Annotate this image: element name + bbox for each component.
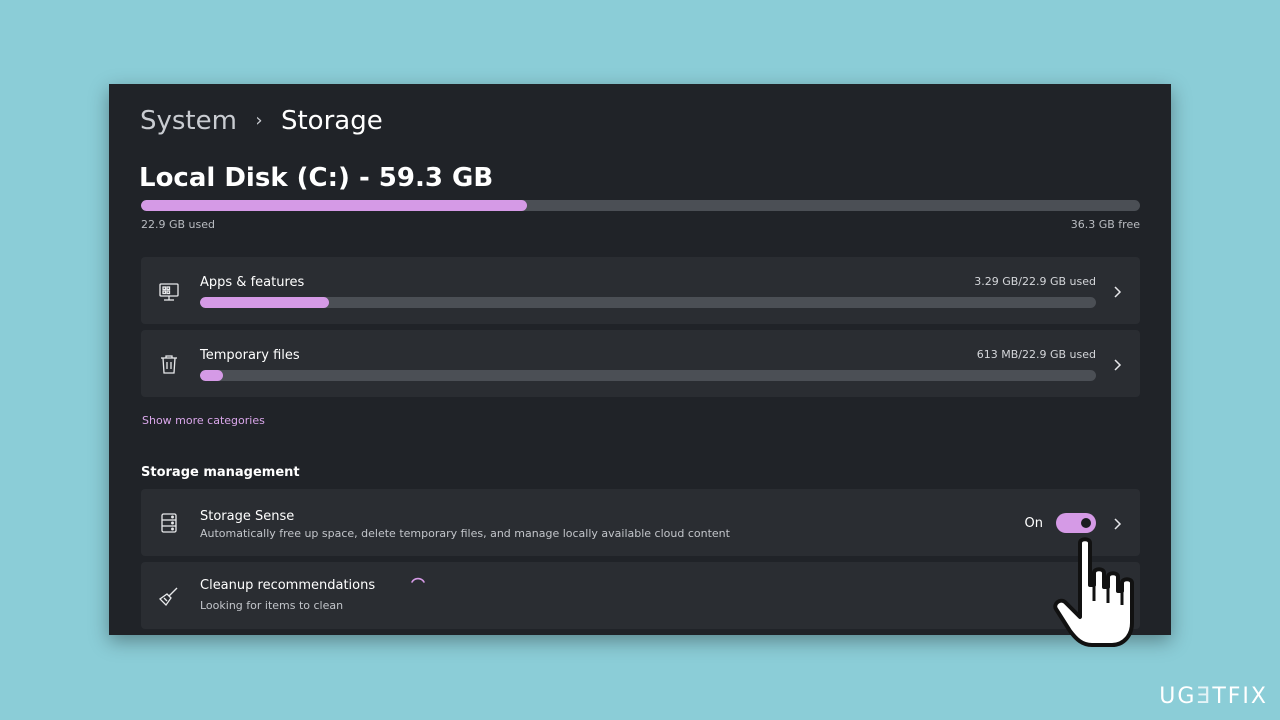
watermark-logo: UGƎTFIX <box>1159 684 1268 710</box>
settings-window: System › Storage Local Disk (C:) - 59.3 … <box>109 84 1171 635</box>
disk-used-label: 22.9 GB used <box>141 218 216 231</box>
cleanup-description: Looking for items to clean <box>200 599 344 612</box>
storage-management-heading: Storage management <box>141 465 300 480</box>
category-apps-features[interactable]: Apps & features 3.29 GB/22.9 GB used <box>141 257 1140 324</box>
chevron-right-icon <box>1112 357 1122 371</box>
watermark-suffix: TFIX <box>1212 684 1268 709</box>
chevron-right-icon <box>1112 284 1122 298</box>
category-usage: 613 MB/22.9 GB used <box>976 348 1096 361</box>
disk-usage-fill <box>141 200 527 211</box>
breadcrumb: System › Storage <box>140 105 383 137</box>
loading-spinner-icon <box>409 576 427 594</box>
apps-features-icon <box>158 281 180 303</box>
storage-sense-title: Storage Sense <box>200 509 295 524</box>
trash-icon <box>158 353 180 375</box>
category-usage-fill <box>200 370 224 381</box>
disk-free-label: 36.3 GB free <box>1070 218 1140 231</box>
watermark-accent: Ǝ <box>1196 684 1213 709</box>
storage-sense-description: Automatically free up space, delete temp… <box>200 527 730 540</box>
cleanup-title: Cleanup recommendations <box>200 578 376 593</box>
toggle-knob <box>1081 518 1091 528</box>
disk-usage-bar <box>141 200 1140 211</box>
hand-cursor-icon <box>1052 535 1144 653</box>
category-usage-bar <box>200 370 1096 381</box>
category-usage: 3.29 GB/22.9 GB used <box>974 275 1096 288</box>
broom-icon <box>158 585 180 607</box>
watermark-prefix: UG <box>1159 684 1197 709</box>
category-temporary-files[interactable]: Temporary files 613 MB/22.9 GB used <box>141 330 1140 397</box>
page-title: Storage <box>280 106 383 136</box>
storage-sense-toggle-label: On <box>1024 516 1043 531</box>
show-more-categories-link[interactable]: Show more categories <box>142 414 265 428</box>
storage-drive-icon <box>158 512 180 534</box>
category-usage-fill <box>200 297 330 308</box>
storage-sense-row[interactable]: Storage Sense Automatically free up spac… <box>141 489 1140 556</box>
cleanup-recommendations-row[interactable]: Cleanup recommendations Looking for item… <box>141 562 1140 629</box>
chevron-right-icon <box>1112 516 1122 530</box>
breadcrumb-system-link[interactable]: System <box>140 105 237 137</box>
storage-sense-toggle[interactable] <box>1056 513 1096 533</box>
category-title: Apps & features <box>200 275 305 290</box>
disk-title: Local Disk (C:) - 59.3 GB <box>139 163 494 193</box>
breadcrumb-chevron-icon: › <box>255 110 263 131</box>
category-title: Temporary files <box>200 348 300 363</box>
category-usage-bar <box>200 297 1096 308</box>
